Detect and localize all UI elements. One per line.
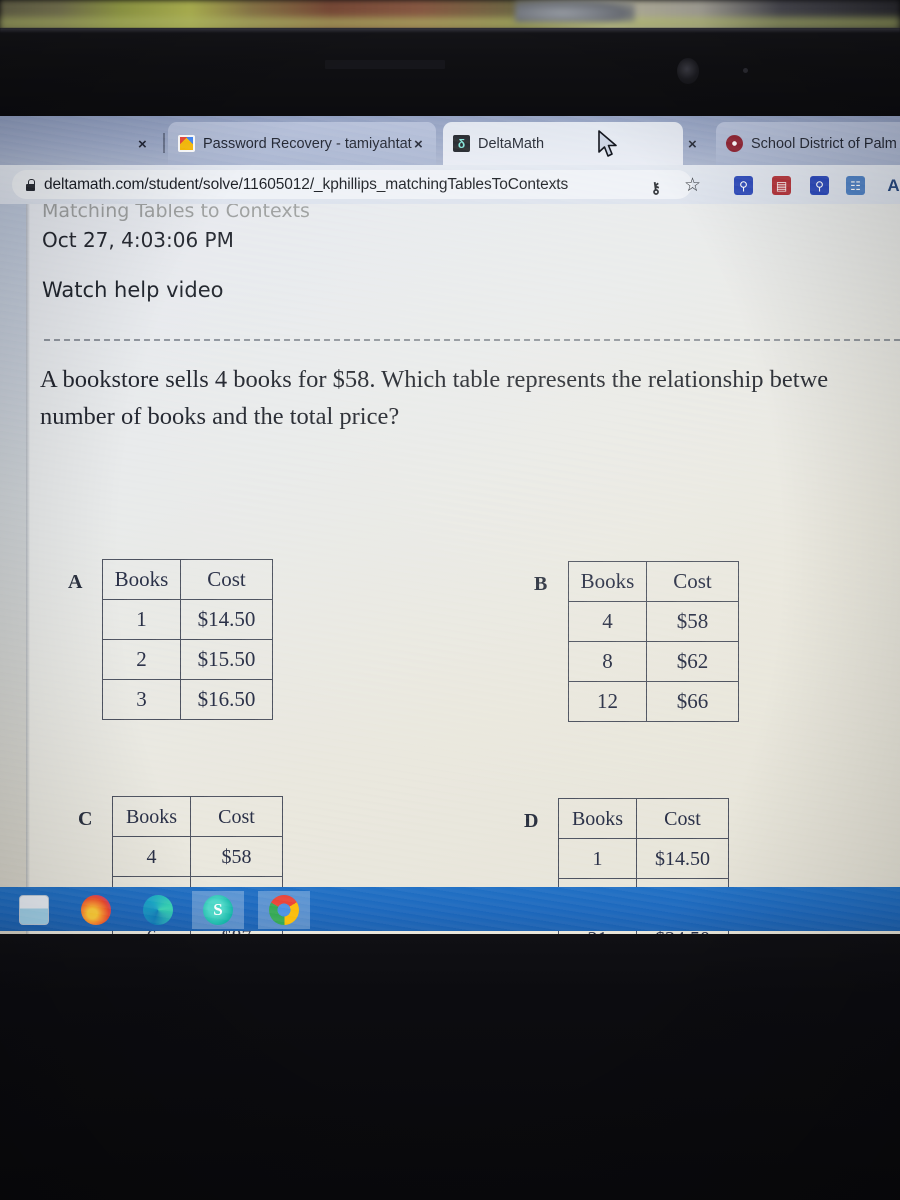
lock-icon: [26, 178, 35, 191]
column-header-books: Books: [568, 561, 647, 602]
column-header-books: Books: [112, 796, 191, 837]
section-divider: [44, 339, 900, 341]
answer-choice-a[interactable]: A Books Cost 1 $14.50 2 $15.50 3 $16.50: [68, 559, 273, 720]
pdf-extension-icon[interactable]: ▤: [772, 176, 791, 195]
tab-close-button-1[interactable]: ×: [414, 136, 423, 153]
table-row: 2 $15.50: [102, 639, 273, 680]
column-header-books: Books: [102, 559, 181, 600]
deltamath-icon: δ: [453, 135, 470, 152]
cell-cost: $66: [646, 681, 739, 722]
laptop-top-bezel: [0, 28, 900, 116]
cell-cost: $58: [190, 836, 283, 877]
browser-tab-school-district[interactable]: School District of Palm: [716, 122, 900, 165]
skype-icon: S: [203, 895, 233, 925]
search-extension-icon[interactable]: ⚲: [734, 176, 753, 195]
table-header-row: Books Cost: [112, 796, 283, 837]
table-header-row: Books Cost: [568, 561, 739, 602]
webcam-icon: [677, 58, 699, 84]
page-rail-shadow: [26, 204, 30, 934]
tab-separator: [163, 133, 165, 153]
address-bar-url: deltamath.com/student/solve/11605012/_kp…: [44, 175, 569, 193]
table-header-row: Books Cost: [102, 559, 273, 600]
table-row: 8 $62: [568, 641, 739, 682]
question-line-1: A bookstore sells 4 books for $58. Which…: [40, 366, 829, 393]
page-left-rail: [0, 204, 26, 934]
laptop-photo: × Password Recovery - tamiyahtat × δ Del…: [0, 0, 900, 1200]
column-header-cost: Cost: [646, 561, 739, 602]
tab-close-button-0[interactable]: ×: [138, 136, 147, 153]
column-header-cost: Cost: [636, 798, 729, 839]
problem-timestamp: Oct 27, 4:03:06 PM: [42, 228, 234, 252]
background-object-blur: [515, 0, 635, 22]
key-icon[interactable]: ⚷: [649, 178, 662, 197]
deltamath-page-content: Matching Tables to Contexts Oct 27, 4:03…: [0, 204, 900, 934]
table-row: 3 $16.50: [102, 679, 273, 720]
browser-tab-strip: × Password Recovery - tamiyahtat × δ Del…: [0, 116, 900, 165]
table-row: 12 $66: [568, 681, 739, 722]
choice-letter-c: C: [78, 808, 93, 830]
taskbar-file-explorer[interactable]: [8, 891, 60, 929]
cell-books: 8: [568, 641, 647, 682]
column-header-cost: Cost: [190, 796, 283, 837]
tab-close-button-2[interactable]: ×: [688, 136, 697, 153]
tab-title-school-district: School District of Palm: [751, 135, 897, 152]
cell-books: 4: [112, 836, 191, 877]
cell-books: 4: [568, 601, 647, 642]
column-header-cost: Cost: [180, 559, 273, 600]
laptop-screen: × Password Recovery - tamiyahtat × δ Del…: [0, 116, 900, 934]
cell-cost: $16.50: [180, 679, 273, 720]
tab-title-deltamath: DeltaMath: [478, 135, 545, 152]
answer-choice-b[interactable]: B Books Cost 4 $58 8 $62 12 $66: [534, 561, 739, 722]
webcam-indicator-icon: [743, 68, 748, 73]
taskbar-edge[interactable]: [132, 891, 184, 929]
cell-cost: $62: [646, 641, 739, 682]
edge-icon: [143, 895, 173, 925]
choice-a-table[interactable]: Books Cost 1 $14.50 2 $15.50 3 $16.50: [102, 559, 273, 720]
table-row: 1 $14.50: [558, 838, 729, 879]
windows-taskbar: S: [0, 887, 900, 931]
table-row: 1 $14.50: [102, 599, 273, 640]
translate-extension-icon[interactable]: ☷: [846, 176, 865, 195]
question-text: A bookstore sells 4 books for $58. Which…: [40, 362, 900, 436]
table-row: 4 $58: [112, 836, 283, 877]
browser-tab-deltamath[interactable]: δ DeltaMath: [443, 122, 683, 165]
taskbar-firefox[interactable]: [70, 891, 122, 929]
cell-books: 12: [568, 681, 647, 722]
search-extension-icon-2[interactable]: ⚲: [810, 176, 829, 195]
cell-cost: $58: [646, 601, 739, 642]
column-header-books: Books: [558, 798, 637, 839]
cell-cost: $15.50: [180, 639, 273, 680]
laptop-bezel-vent: [325, 60, 445, 69]
browser-tab-password-recovery[interactable]: Password Recovery - tamiyahtat: [168, 122, 436, 165]
cell-books: 3: [102, 679, 181, 720]
address-bar[interactable]: deltamath.com/student/solve/11605012/_kp…: [12, 170, 692, 199]
cell-books: 2: [102, 639, 181, 680]
chrome-icon: [269, 895, 299, 925]
firefox-icon: [81, 895, 111, 925]
taskbar-skype[interactable]: S: [192, 891, 244, 929]
laptop-lid-edge: [0, 28, 900, 33]
question-line-2: number of books and the total price?: [40, 402, 400, 430]
browser-toolbar: deltamath.com/student/solve/11605012/_kp…: [0, 165, 900, 204]
grammar-extension-icon[interactable]: A: [884, 176, 900, 195]
taskbar-chrome[interactable]: [258, 891, 310, 929]
tab-title-password-recovery: Password Recovery - tamiyahtat: [203, 135, 412, 152]
choice-letter-b: B: [534, 573, 548, 595]
cell-books: 1: [102, 599, 181, 640]
table-header-row: Books Cost: [558, 798, 729, 839]
choice-b-table[interactable]: Books Cost 4 $58 8 $62 12 $66: [568, 561, 739, 722]
table-row: 4 $58: [568, 601, 739, 642]
cell-cost: $14.50: [636, 838, 729, 879]
file-explorer-icon: [19, 895, 49, 925]
choice-letter-a: A: [68, 571, 83, 593]
cell-cost: $14.50: [180, 599, 273, 640]
gmail-icon: [178, 135, 195, 152]
school-district-icon: [726, 135, 743, 152]
watch-help-video-link[interactable]: Watch help video: [42, 278, 223, 302]
choice-letter-d: D: [524, 810, 539, 832]
page-title: Matching Tables to Contexts: [42, 204, 310, 222]
star-icon[interactable]: ☆: [684, 176, 701, 195]
laptop-bottom-bezel: lenovo: [0, 934, 900, 1200]
cell-books: 1: [558, 838, 637, 879]
